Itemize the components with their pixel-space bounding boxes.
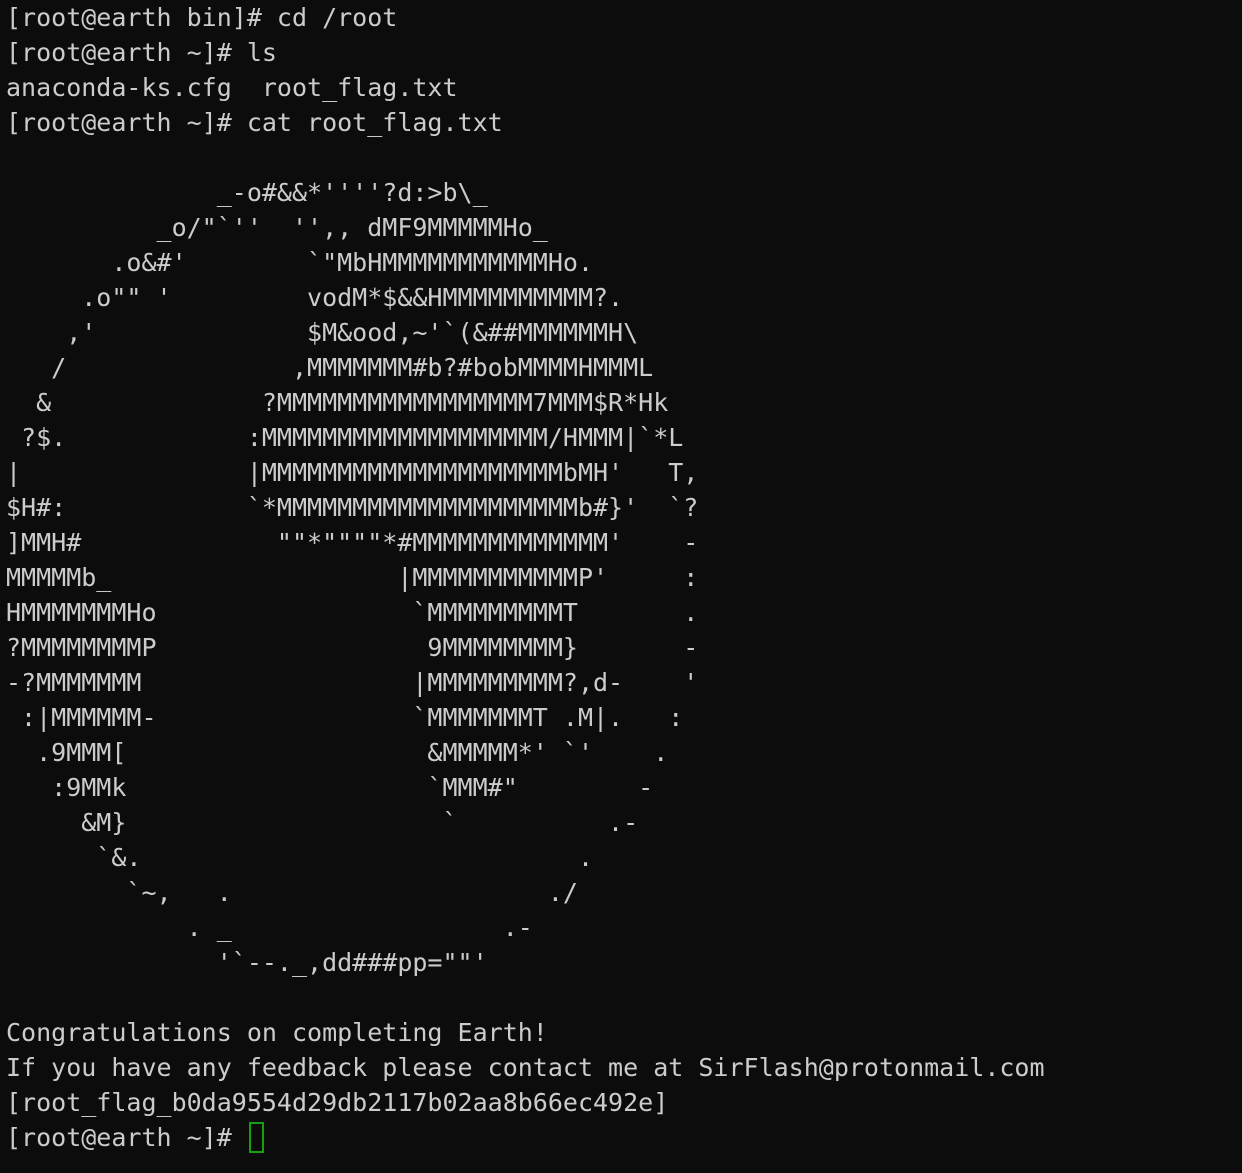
- ascii-art-line: `~, . ./: [6, 878, 578, 907]
- ascii-art-line: ?MMMMMMMMP 9MMMMMMMM} -: [6, 633, 699, 662]
- current-prompt-line[interactable]: [root@earth ~]#: [6, 1120, 1242, 1155]
- ascii-art-line: '`--._,dd###pp=""': [6, 948, 488, 977]
- ascii-art-line: &M} ` .-: [6, 808, 639, 837]
- ascii-art-line: ,' $M&ood,~'`(&##MMMMMMH\: [6, 318, 639, 347]
- ascii-art-earth: _-o#&&*''''?d:>b\_ _o/"`'' '',, dMF9MMMM…: [6, 175, 1242, 980]
- ascii-art-line: $H#: `*MMMMMMMMMMMMMMMMMMMMb#}' `?: [6, 493, 699, 522]
- ascii-art-line: .o"" ' vodM*$&&HMMMMMMMMMM?.: [6, 283, 624, 312]
- command-line-ls: [root@earth ~]# ls: [6, 38, 277, 67]
- root-flag: [root_flag_b0da9554d29db2117b02aa8b66ec4…: [6, 1088, 669, 1117]
- ls-output: anaconda-ks.cfg root_flag.txt: [6, 73, 458, 102]
- ascii-art-line: ]MMH# ""*""""*#MMMMMMMMMMMMM' -: [6, 528, 699, 557]
- ascii-art-line: | |MMMMMMMMMMMMMMMMMMMMbMH' T,: [6, 458, 699, 487]
- ascii-art-line: _o/"`'' '',, dMF9MMMMMHo_: [6, 213, 548, 242]
- ascii-art-line: .9MMM[ &MMMMM*' `' .: [6, 738, 669, 767]
- ascii-art-line: MMMMMb_ |MMMMMMMMMMMP' :: [6, 563, 699, 592]
- ascii-art-line: -?MMMMMMM |MMMMMMMMM?,d- ': [6, 668, 699, 697]
- ascii-art-line: `&. .: [6, 843, 593, 872]
- terminal-window[interactable]: [root@earth bin]# cd /root [root@earth ~…: [0, 0, 1242, 1173]
- ascii-art-line: / ,MMMMMMM#b?#bobMMMMHMMML: [6, 353, 654, 382]
- ascii-art-line: .o&#' `"MbHMMMMMMMMMMMHo.: [6, 248, 593, 277]
- command-line-cd: [root@earth bin]# cd /root: [6, 3, 398, 32]
- ascii-art-line: :|MMMMMM- `MMMMMMMT .M|. :: [6, 703, 684, 732]
- ascii-art-line: _-o#&&*''''?d:>b\_: [6, 178, 488, 207]
- ascii-art-line: ?$. :MMMMMMMMMMMMMMMMMMM/HMMM|`*L: [6, 423, 684, 452]
- ascii-art-line: & ?MMMMMMMMMMMMMMMMM7MMM$R*Hk: [6, 388, 669, 417]
- feedback-message: If you have any feedback please contact …: [6, 1053, 1045, 1082]
- congrats-message: Congratulations on completing Earth!: [6, 1018, 548, 1047]
- prompt-text: [root@earth ~]#: [6, 1123, 247, 1152]
- ascii-art-line: . _ .-: [6, 913, 533, 942]
- terminal-cursor[interactable]: [248, 1122, 264, 1153]
- command-line-cat: [root@earth ~]# cat root_flag.txt: [6, 108, 503, 137]
- ascii-art-line: :9MMk `MMM#" -: [6, 773, 654, 802]
- ascii-art-line: HMMMMMMMHo `MMMMMMMMMT .: [6, 598, 699, 627]
